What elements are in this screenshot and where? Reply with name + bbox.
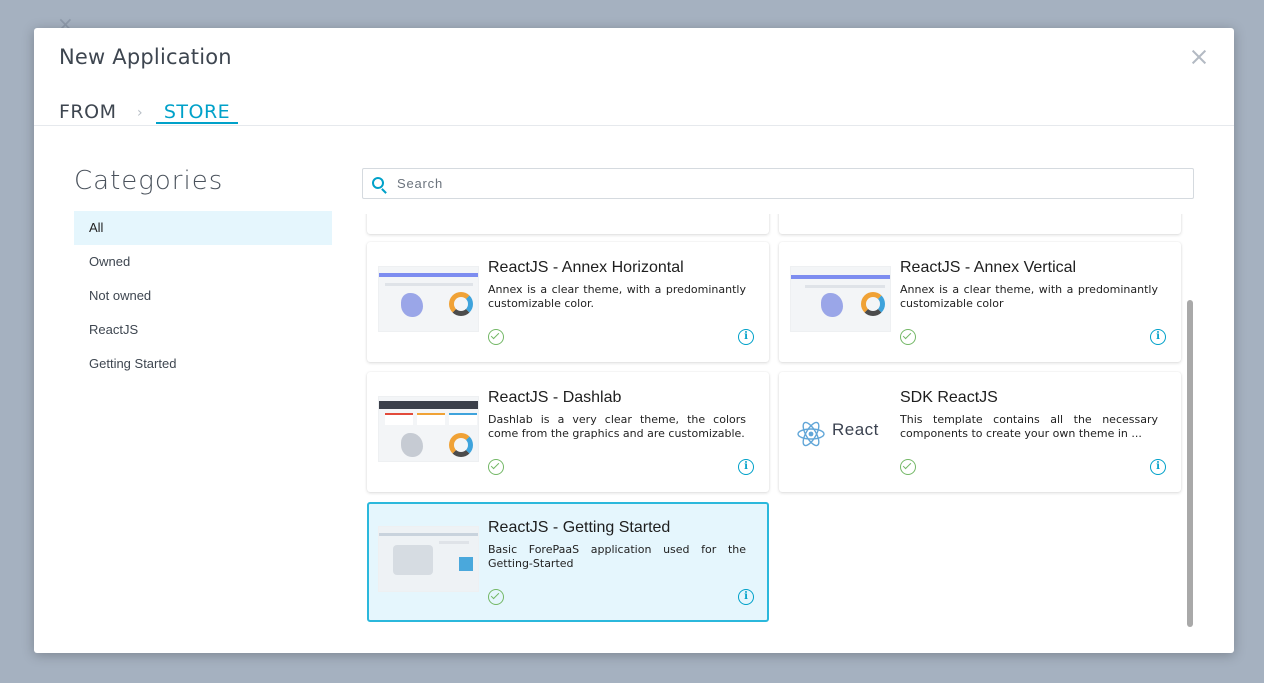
template-card[interactable]: ReactJS - Annex Vertical Annex is a clea… [779,242,1181,362]
check-circle-icon [488,459,504,475]
check-circle-icon [900,459,916,475]
template-card[interactable]: React SDK ReactJS This template contains… [779,372,1181,492]
dashlab-thumbnail [378,396,479,462]
search-box [362,168,1194,199]
category-item-reactjs[interactable]: ReactJS [74,313,332,347]
template-card[interactable]: ReactJS - Dashlab Dashlab is a very clea… [367,372,769,492]
template-card-partial[interactable] [779,214,1181,234]
check-circle-icon [900,329,916,345]
info-icon[interactable]: i [738,329,754,345]
category-item-getting-started[interactable]: Getting Started [74,347,332,381]
template-list[interactable]: ReactJS - Annex Horizontal Annex is a cl… [362,214,1194,628]
info-icon[interactable]: i [1150,459,1166,475]
getting-started-thumbnail [378,526,479,592]
new-application-modal: New Application FROM › STORE Categories … [34,28,1234,653]
card-title: ReactJS - Getting Started [488,519,671,536]
scrollbar-thumb[interactable] [1187,300,1193,627]
card-description: Annex is a clear theme, with a predomina… [488,283,746,310]
template-card-partial[interactable] [367,214,769,234]
header-divider [34,125,1234,126]
categories-title: Categories [74,166,224,196]
categories-list: All Owned Not owned ReactJS Getting Star… [74,211,332,381]
category-item-all[interactable]: All [74,211,332,245]
breadcrumb-active-underline [156,122,238,124]
card-title: ReactJS - Annex Vertical [900,259,1077,276]
card-description: Basic ForePaaS application used for the … [488,543,746,570]
card-title: ReactJS - Dashlab [488,389,622,406]
breadcrumb-from[interactable]: FROM [59,101,116,123]
category-item-not-owned[interactable]: Not owned [74,279,332,313]
annex-horizontal-thumbnail [378,266,479,332]
card-title: SDK ReactJS [900,389,998,406]
info-icon[interactable]: i [738,589,754,605]
info-icon[interactable]: i [738,459,754,475]
breadcrumb-chevron-icon: › [137,105,143,121]
card-description: Dashlab is a very clear theme, the color… [488,413,746,440]
template-card[interactable]: ReactJS - Annex Horizontal Annex is a cl… [367,242,769,362]
react-logo-icon [797,421,825,447]
react-logo-thumbnail: React [790,396,891,462]
close-icon[interactable] [1188,46,1210,68]
check-circle-icon [488,329,504,345]
card-description: Annex is a clear theme, with a predomina… [900,283,1158,310]
search-input[interactable] [397,169,1177,198]
template-card-selected[interactable]: ReactJS - Getting Started Basic ForePaaS… [367,502,769,622]
modal-title: New Application [59,45,232,69]
react-logo-text: React [832,420,879,439]
search-icon [372,177,384,189]
annex-vertical-thumbnail [790,266,891,332]
check-circle-icon [488,589,504,605]
card-description: This template contains all the necessary… [900,413,1158,440]
category-item-owned[interactable]: Owned [74,245,332,279]
card-title: ReactJS - Annex Horizontal [488,259,684,276]
info-icon[interactable]: i [1150,329,1166,345]
